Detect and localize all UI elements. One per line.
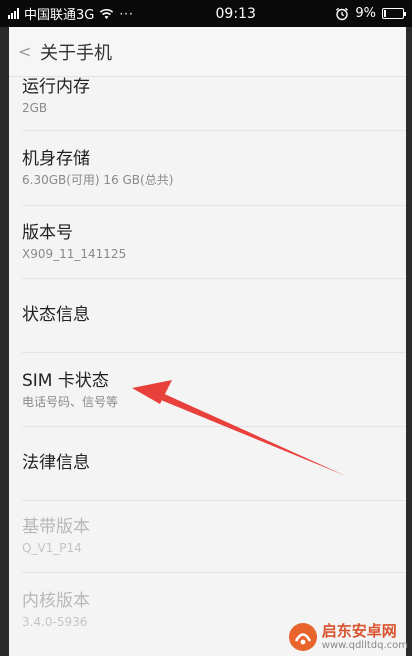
item-title: 基带版本 xyxy=(22,517,90,537)
list-item-status[interactable]: 状态信息 xyxy=(9,304,406,326)
divider xyxy=(22,205,406,206)
battery-icon xyxy=(382,8,406,19)
watermark-url: www.qdlltdq.com xyxy=(321,639,408,651)
alarm-clock-icon xyxy=(336,7,349,20)
watermark: 启东安卓网 www.qdlltdq.com xyxy=(288,622,408,652)
divider xyxy=(22,426,406,427)
watermark-title: 启东安卓网 xyxy=(321,621,397,640)
battery-percent: 9% xyxy=(355,6,376,21)
status-bar: 中国联通3G ··· 09:13 9% xyxy=(0,0,412,27)
status-left: 中国联通3G ··· xyxy=(0,4,170,23)
status-right: 9% xyxy=(335,6,412,21)
app-header: < 关于手机 xyxy=(9,27,406,77)
divider xyxy=(22,500,406,501)
item-subtitle: 2GB xyxy=(22,101,48,115)
divider xyxy=(22,352,406,353)
divider xyxy=(22,278,406,279)
back-chevron-icon[interactable]: < xyxy=(18,42,40,61)
carrier-label: 中国联通3G xyxy=(24,8,95,23)
item-subtitle: X909_11_141125 xyxy=(22,247,127,261)
item-subtitle: Q_V1_P14 xyxy=(22,541,82,555)
item-subtitle: 6.30GB(可用) 16 GB(总共) xyxy=(22,173,174,187)
status-time: 09:13 xyxy=(215,5,256,22)
item-title: 运行内存 xyxy=(22,77,90,97)
item-title: SIM 卡状态 xyxy=(22,371,109,391)
item-subtitle: 电话号码、信号等 xyxy=(22,395,119,409)
watermark-text: 启东安卓网 www.qdlltdq.com xyxy=(321,621,408,652)
wifi-icon xyxy=(100,8,114,19)
signal-strength-icon xyxy=(8,8,19,19)
list-item-storage[interactable]: 机身存储 6.30GB(可用) 16 GB(总共) xyxy=(9,148,406,188)
item-title: 内核版本 xyxy=(22,591,90,611)
list-item-memory[interactable]: 运行内存 2GB xyxy=(9,76,406,116)
more-notifications-indicator: ··· xyxy=(119,6,134,21)
list-item-sim-status[interactable]: SIM 卡状态 电话号码、信号等 xyxy=(9,370,406,410)
item-title: 机身存储 xyxy=(22,149,90,169)
watermark-logo-icon xyxy=(288,623,317,651)
item-title: 状态信息 xyxy=(22,305,90,325)
about-phone-screen: < 关于手机 运行内存 2GB 机身存储 6.30GB(可用) 16 GB(总共… xyxy=(9,27,406,656)
page-title: 关于手机 xyxy=(40,42,112,64)
divider xyxy=(22,130,406,131)
item-title: 法律信息 xyxy=(22,453,90,473)
list-item-build-number[interactable]: 版本号 X909_11_141125 xyxy=(9,222,406,262)
item-title: 版本号 xyxy=(22,223,73,243)
list-item-baseband: 基带版本 Q_V1_P14 xyxy=(9,516,406,556)
divider xyxy=(22,572,406,573)
list-item-legal[interactable]: 法律信息 xyxy=(9,452,406,474)
